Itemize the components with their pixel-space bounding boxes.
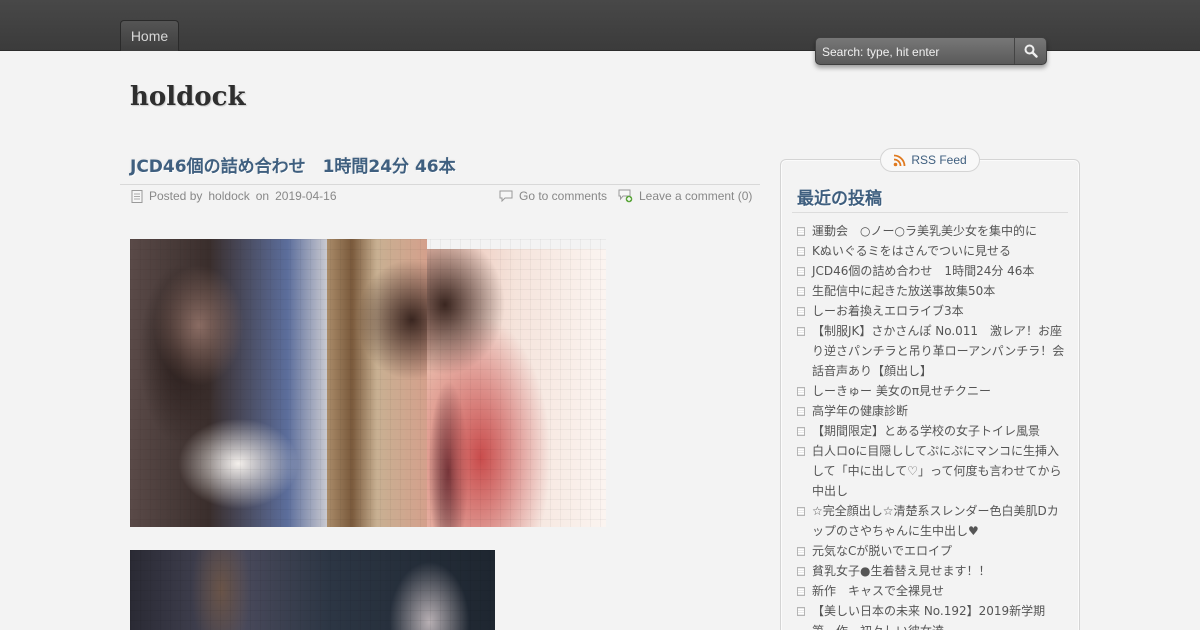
recent-post-link[interactable]: しーきゅー 美女のπ見せチクニー bbox=[812, 384, 991, 398]
post-image-2[interactable] bbox=[130, 550, 495, 630]
bullet-icon bbox=[797, 407, 805, 416]
post-author-link[interactable]: holdock bbox=[208, 189, 249, 203]
bullet-icon bbox=[797, 547, 805, 556]
on-label: on bbox=[255, 189, 270, 203]
post-date: 2019-04-16 bbox=[275, 189, 337, 203]
list-item: 高学年の健康診断 bbox=[797, 401, 1065, 421]
leave-comment-label: Leave a comment (0) bbox=[639, 189, 753, 203]
go-to-comments-label: Go to comments bbox=[519, 189, 608, 203]
recent-post-link[interactable]: しーお着換えエロライブ3本 bbox=[812, 304, 964, 318]
list-item: 【期間限定】とある学校の女子トイレ風景 bbox=[797, 421, 1065, 441]
recent-posts-title: 最近の投稿 bbox=[797, 189, 882, 209]
leave-comment-link[interactable]: Leave a comment (0) bbox=[618, 189, 752, 203]
list-item: 生配信中に起きた放送事故集50本 bbox=[797, 281, 1065, 301]
search-icon bbox=[1024, 44, 1038, 58]
list-item: Kぬいぐるミをはさんでついに見せる bbox=[797, 241, 1065, 261]
list-item: ☆完全顔出し☆清楚系スレンダー色白美肌Dカップのさやちゃんに生中出し♥ bbox=[797, 501, 1065, 541]
widget-title-divider bbox=[792, 212, 1068, 213]
recent-post-link[interactable]: 元気なCが脱いでエロイプ bbox=[812, 544, 952, 558]
posted-by-label: Posted by bbox=[149, 189, 203, 203]
post-byline: Posted by holdock on 2019-04-16 bbox=[131, 189, 337, 203]
list-item: 白人ロoに目隠ししてぷにぷにマンコに生挿入して「中に出して♡」って何度も言わせて… bbox=[797, 441, 1065, 501]
site-title[interactable]: holdock bbox=[130, 82, 246, 112]
recent-post-link[interactable]: 【美しい日本の未来 No.192】2019新学期 第一作 初々しい彼女達 bbox=[812, 604, 1057, 630]
recent-post-link[interactable]: 【期間限定】とある学校の女子トイレ風景 bbox=[812, 424, 1040, 438]
recent-posts-list: 運動会 ○ノー○ラ美乳美少女を集中的に Kぬいぐるミをはさんでついに見せる JC… bbox=[797, 221, 1065, 630]
recent-post-link[interactable]: 高学年の健康診断 bbox=[812, 404, 908, 418]
nav-home-tab[interactable]: Home bbox=[120, 20, 179, 51]
bullet-icon bbox=[797, 247, 805, 256]
document-icon bbox=[131, 189, 143, 203]
recent-post-link[interactable]: 貧乳女子●生着替え見せます！！ bbox=[812, 564, 990, 578]
bullet-icon bbox=[797, 327, 805, 336]
list-item: 新作 キャスで全裸見せ bbox=[797, 581, 1065, 601]
recent-post-link[interactable]: 生配信中に起きた放送事故集50本 bbox=[812, 284, 995, 298]
search-button[interactable] bbox=[1014, 38, 1046, 64]
bullet-icon bbox=[797, 307, 805, 316]
recent-post-link[interactable]: 運動会 ○ノー○ラ美乳美少女を集中的に bbox=[812, 224, 1037, 238]
speech-bubble-icon bbox=[499, 190, 513, 202]
bullet-icon bbox=[797, 287, 805, 296]
recent-post-link[interactable]: 白人ロoに目隠ししてぷにぷにマンコに生挿入して「中に出して♡」って何度も言わせて… bbox=[812, 444, 1061, 498]
rss-feed-label: RSS Feed bbox=[911, 153, 967, 167]
rss-icon bbox=[894, 154, 906, 166]
list-item: しーきゅー 美女のπ見せチクニー bbox=[797, 381, 1065, 401]
bullet-icon bbox=[797, 587, 805, 596]
search-box bbox=[815, 37, 1047, 65]
bullet-icon bbox=[797, 567, 805, 576]
search-input[interactable] bbox=[822, 43, 1012, 61]
add-comment-icon bbox=[618, 189, 633, 203]
recent-post-link[interactable]: Kぬいぐるミをはさんでついに見せる bbox=[812, 244, 1011, 258]
bullet-icon bbox=[797, 507, 805, 516]
bullet-icon bbox=[797, 227, 805, 236]
bullet-icon bbox=[797, 267, 805, 276]
go-to-comments-link[interactable]: Go to comments bbox=[499, 189, 607, 203]
recent-post-link[interactable]: 【制服JK】さかさんぽ No.011 激レア！お座り逆さパンチラと吊り革ローアン… bbox=[812, 324, 1064, 378]
list-item: 【制服JK】さかさんぽ No.011 激レア！お座り逆さパンチラと吊り革ローアン… bbox=[797, 321, 1065, 381]
list-item: 【美しい日本の未来 No.192】2019新学期 第一作 初々しい彼女達 bbox=[797, 601, 1065, 630]
recent-post-link[interactable]: ☆完全顔出し☆清楚系スレンダー色白美肌Dカップのさやちゃんに生中出し♥ bbox=[812, 504, 1059, 538]
post-title-divider bbox=[120, 184, 760, 185]
rss-feed-link[interactable]: RSS Feed bbox=[880, 148, 980, 172]
list-item: 運動会 ○ノー○ラ美乳美少女を集中的に bbox=[797, 221, 1065, 241]
bullet-icon bbox=[797, 387, 805, 396]
bullet-icon bbox=[797, 427, 805, 436]
post-title[interactable]: JCD46個の詰め合わせ 1時間24分 46本 bbox=[130, 152, 456, 177]
list-item: 元気なCが脱いでエロイプ bbox=[797, 541, 1065, 561]
list-item: しーお着換えエロライブ3本 bbox=[797, 301, 1065, 321]
bullet-icon bbox=[797, 447, 805, 456]
list-item: JCD46個の詰め合わせ 1時間24分 46本 bbox=[797, 261, 1065, 281]
post-image-1[interactable] bbox=[130, 239, 606, 527]
recent-post-link[interactable]: 新作 キャスで全裸見せ bbox=[812, 584, 944, 598]
bullet-icon bbox=[797, 607, 805, 616]
list-item: 貧乳女子●生着替え見せます！！ bbox=[797, 561, 1065, 581]
recent-post-link[interactable]: JCD46個の詰め合わせ 1時間24分 46本 bbox=[812, 264, 1034, 278]
